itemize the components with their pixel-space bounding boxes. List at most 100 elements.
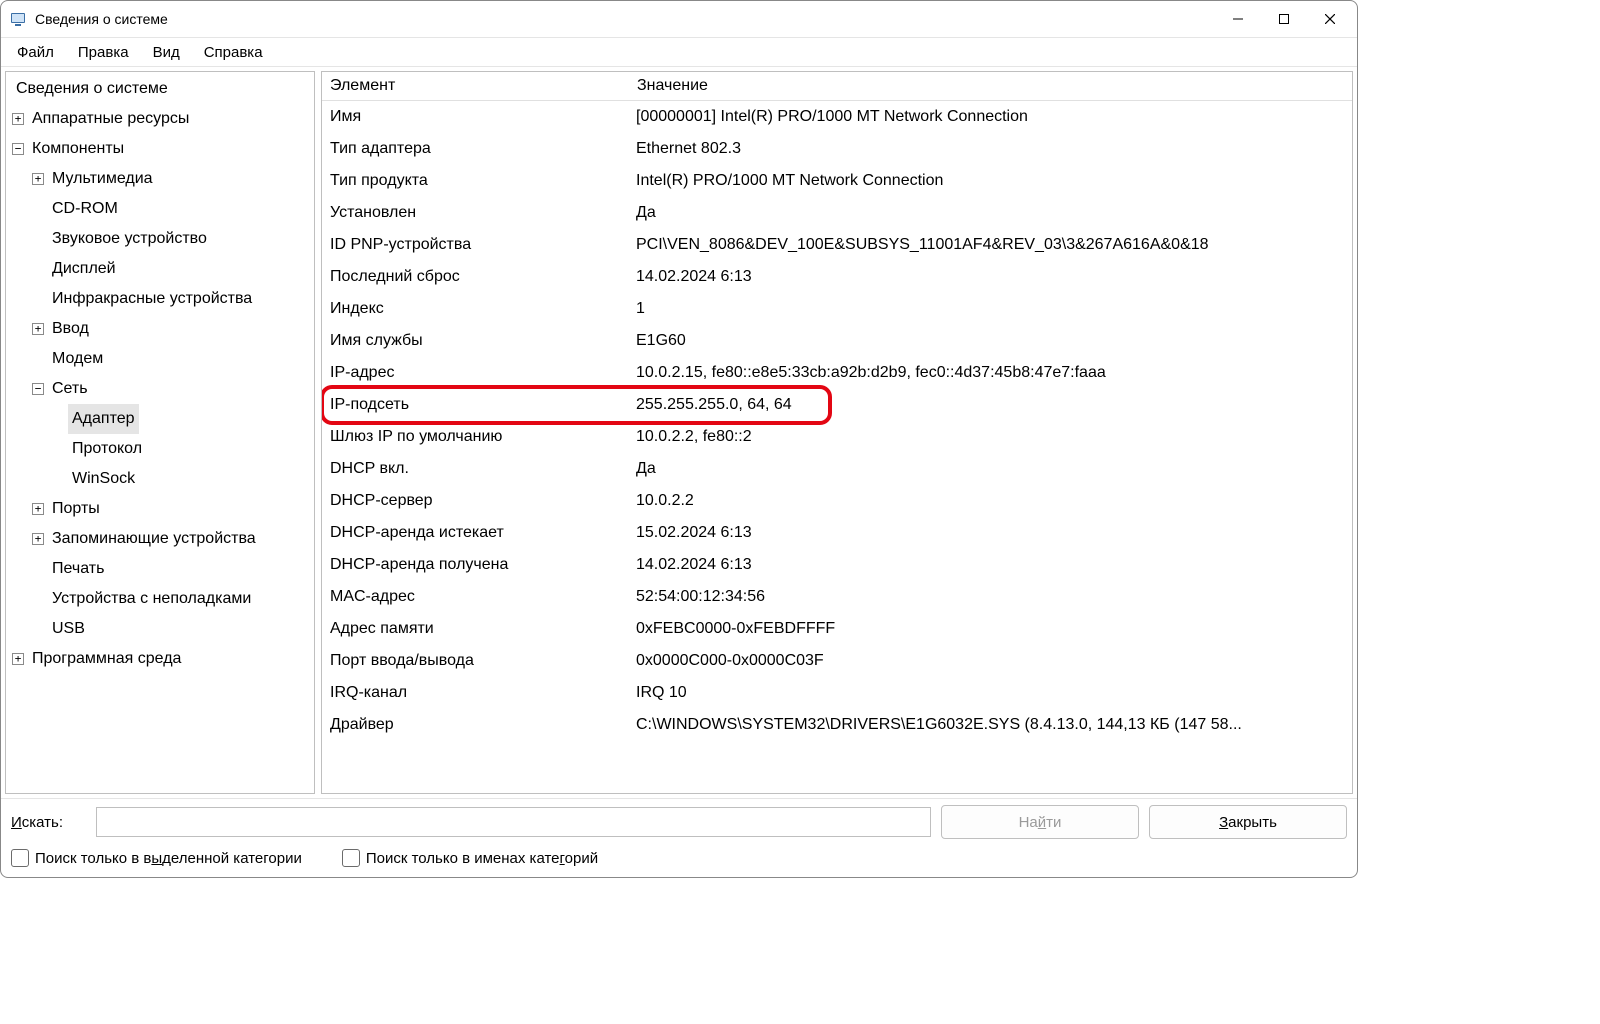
collapse-icon[interactable]: − — [32, 383, 44, 395]
list-row[interactable]: DHCP вкл.Да — [322, 453, 1352, 485]
list-row[interactable]: DHCP-аренда получена14.02.2024 6:13 — [322, 549, 1352, 581]
expand-icon[interactable]: + — [32, 503, 44, 515]
menu-edit[interactable]: Правка — [66, 38, 141, 66]
tree-label: Инфракрасные устройства — [48, 284, 256, 314]
list-row[interactable]: Индекс1 — [322, 293, 1352, 325]
checkbox-icon — [342, 849, 360, 867]
tree-label: Дисплей — [48, 254, 120, 284]
tree-ports[interactable]: + Порты — [6, 494, 314, 524]
collapse-icon[interactable]: − — [12, 143, 24, 155]
cell-value: [00000001] Intel(R) PRO/1000 MT Network … — [628, 106, 1352, 128]
tree-label: Печать — [48, 554, 108, 584]
expand-icon[interactable]: + — [32, 323, 44, 335]
list-row[interactable]: Шлюз IP по умолчанию10.0.2.2, fe80::2 — [322, 421, 1352, 453]
cell-value: Intel(R) PRO/1000 MT Network Connection — [628, 170, 1352, 192]
tree-label: USB — [48, 614, 89, 644]
list-row[interactable]: Имя[00000001] Intel(R) PRO/1000 MT Netwo… — [322, 101, 1352, 133]
expand-icon[interactable]: + — [32, 173, 44, 185]
tree-label: Компоненты — [28, 134, 128, 164]
cell-value: 1 — [628, 298, 1352, 320]
cell-element: Имя службы — [322, 330, 628, 352]
tree-usb[interactable]: USB — [6, 614, 314, 644]
find-button[interactable]: Найти — [941, 805, 1139, 839]
menu-view[interactable]: Вид — [141, 38, 192, 66]
tree-print[interactable]: Печать — [6, 554, 314, 584]
list-row[interactable]: Порт ввода/вывода0x0000C000-0x0000C03F — [322, 645, 1352, 677]
cell-element: Имя — [322, 106, 628, 128]
cell-element: Адрес памяти — [322, 618, 628, 640]
tree-software[interactable]: + Программная среда — [6, 644, 314, 674]
tree-label: WinSock — [68, 464, 139, 494]
cell-value: Да — [628, 458, 1352, 480]
list-row[interactable]: ID PNP-устройстваPCI\VEN_8086&DEV_100E&S… — [322, 229, 1352, 261]
cell-value: 15.02.2024 6:13 — [628, 522, 1352, 544]
tree-infrared[interactable]: Инфракрасные устройства — [6, 284, 314, 314]
cell-value: 10.0.2.2 — [628, 490, 1352, 512]
list-row[interactable]: Имя службыE1G60 — [322, 325, 1352, 357]
cell-value: E1G60 — [628, 330, 1352, 352]
list-row[interactable]: IRQ-каналIRQ 10 — [322, 677, 1352, 709]
tree-storage[interactable]: + Запоминающие устройства — [6, 524, 314, 554]
list-row[interactable]: Тип продуктаIntel(R) PRO/1000 MT Network… — [322, 165, 1352, 197]
expand-icon[interactable]: + — [12, 653, 24, 665]
cell-element: Драйвер — [322, 714, 628, 736]
expand-icon[interactable]: + — [32, 533, 44, 545]
tree-components[interactable]: − Компоненты — [6, 134, 314, 164]
list-body[interactable]: Имя[00000001] Intel(R) PRO/1000 MT Netwo… — [322, 101, 1352, 793]
cell-element: IP-подсеть — [322, 394, 628, 416]
list-row[interactable]: DHCP-сервер10.0.2.2 — [322, 485, 1352, 517]
cell-value: 14.02.2024 6:13 — [628, 554, 1352, 576]
list-row[interactable]: ДрайверC:\WINDOWS\SYSTEM32\DRIVERS\E1G60… — [322, 709, 1352, 741]
window-title: Сведения о системе — [35, 11, 1215, 27]
tree-protocol[interactable]: Протокол — [6, 434, 314, 464]
tree-input[interactable]: + Ввод — [6, 314, 314, 344]
tree-hardware[interactable]: + Аппаратные ресурсы — [6, 104, 314, 134]
list-row[interactable]: IP-адрес10.0.2.15, fe80::e8e5:33cb:a92b:… — [322, 357, 1352, 389]
tree-multimedia[interactable]: + Мультимедиа — [6, 164, 314, 194]
close-button[interactable] — [1307, 3, 1353, 35]
menu-file[interactable]: Файл — [5, 38, 66, 66]
cell-element: Индекс — [322, 298, 628, 320]
tree-label: Аппаратные ресурсы — [28, 104, 193, 134]
tree-label: Протокол — [68, 434, 146, 464]
close-search-button[interactable]: Закрыть — [1149, 805, 1347, 839]
tree-modem[interactable]: Модем — [6, 344, 314, 374]
column-element[interactable]: Элемент — [322, 75, 629, 97]
list-row[interactable]: MAC-адрес52:54:00:12:34:56 — [322, 581, 1352, 613]
cell-value: 14.02.2024 6:13 — [628, 266, 1352, 288]
checkbox-category-names[interactable]: Поиск только в именах категорий — [342, 849, 598, 867]
checkbox-selected-category[interactable]: Поиск только в выделенной категории — [11, 849, 302, 867]
cell-element: DHCP вкл. — [322, 458, 628, 480]
tree-winsock[interactable]: WinSock — [6, 464, 314, 494]
list-row[interactable]: УстановленДа — [322, 197, 1352, 229]
cell-element: DHCP-аренда истекает — [322, 522, 628, 544]
expand-icon[interactable]: + — [12, 113, 24, 125]
cell-value: Ethernet 802.3 — [628, 138, 1352, 160]
tree-adapter[interactable]: Адаптер — [6, 404, 314, 434]
tree-problem[interactable]: Устройства с неполадками — [6, 584, 314, 614]
list-row[interactable]: DHCP-аренда истекает15.02.2024 6:13 — [322, 517, 1352, 549]
list-row[interactable]: Адрес памяти0xFEBC0000-0xFEBDFFFF — [322, 613, 1352, 645]
minimize-button[interactable] — [1215, 3, 1261, 35]
search-input[interactable] — [96, 807, 931, 837]
list-row[interactable]: Последний сброс14.02.2024 6:13 — [322, 261, 1352, 293]
content-area: Сведения о системе + Аппаратные ресурсы … — [1, 67, 1357, 798]
cell-value: C:\WINDOWS\SYSTEM32\DRIVERS\E1G6032E.SYS… — [628, 714, 1352, 736]
tree-display[interactable]: Дисплей — [6, 254, 314, 284]
tree-label: Ввод — [48, 314, 93, 344]
maximize-button[interactable] — [1261, 3, 1307, 35]
cell-value: 0xFEBC0000-0xFEBDFFFF — [628, 618, 1352, 640]
tree-root-node[interactable]: Сведения о системе — [6, 74, 314, 104]
list-row[interactable]: Тип адаптераEthernet 802.3 — [322, 133, 1352, 165]
cell-value: IRQ 10 — [628, 682, 1352, 704]
list-row[interactable]: IP-подсеть255.255.255.0, 64, 64 — [322, 389, 1352, 421]
tree-sound[interactable]: Звуковое устройство — [6, 224, 314, 254]
cell-element: Порт ввода/вывода — [322, 650, 628, 672]
category-tree[interactable]: Сведения о системе + Аппаратные ресурсы … — [5, 71, 315, 794]
menu-help[interactable]: Справка — [192, 38, 275, 66]
tree-cdrom[interactable]: CD-ROM — [6, 194, 314, 224]
column-value[interactable]: Значение — [629, 75, 1352, 97]
search-label: Искать: — [11, 814, 86, 831]
cell-value: 0x0000C000-0x0000C03F — [628, 650, 1352, 672]
tree-network[interactable]: − Сеть — [6, 374, 314, 404]
